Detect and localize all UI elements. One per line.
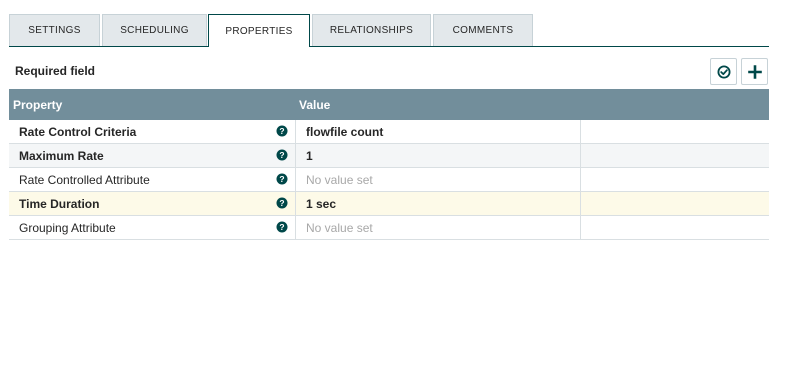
property-value[interactable]: flowfile count (306, 120, 580, 143)
tab-properties[interactable]: PROPERTIES (208, 14, 310, 47)
tab-relationships[interactable]: RELATIONSHIPS (312, 14, 431, 46)
column-header-property: Property (13, 98, 63, 112)
verify-properties-button[interactable] (710, 58, 737, 85)
table-row[interactable]: Maximum Rate ? 1 (9, 144, 769, 168)
tab-scheduling[interactable]: SCHEDULING (102, 14, 207, 46)
check-circle-icon (717, 65, 730, 78)
property-name: Rate Controlled Attribute (19, 172, 150, 187)
property-value[interactable]: No value set (306, 168, 580, 191)
tab-comments[interactable]: COMMENTS (433, 14, 533, 46)
svg-text:?: ? (279, 222, 284, 232)
table-row[interactable]: Rate Control Criteria ? flowfile count (9, 120, 769, 144)
svg-text:?: ? (279, 174, 284, 184)
property-name: Time Duration (19, 196, 100, 211)
column-header-value: Value (299, 98, 331, 112)
plus-icon (747, 64, 762, 79)
help-icon[interactable]: ? (276, 125, 288, 137)
property-name: Grouping Attribute (19, 220, 116, 235)
tab-bar: SETTINGS SCHEDULING PROPERTIES RELATIONS… (9, 14, 769, 47)
table-row[interactable]: Time Duration ? 1 sec (9, 192, 769, 216)
property-name: Rate Control Criteria (19, 124, 137, 139)
property-value[interactable]: 1 (306, 144, 580, 167)
add-property-button[interactable] (741, 58, 768, 85)
help-icon[interactable]: ? (276, 221, 288, 233)
properties-table: Property Value Rate Control Criteria ? f… (9, 89, 769, 240)
help-icon[interactable]: ? (276, 173, 288, 185)
tab-bar-underline (9, 46, 769, 47)
table-row[interactable]: Grouping Attribute ? No value set (9, 216, 769, 240)
table-row[interactable]: Rate Controlled Attribute ? No value set (9, 168, 769, 192)
tab-settings[interactable]: SETTINGS (9, 14, 100, 46)
property-value[interactable]: 1 sec (306, 192, 580, 215)
help-icon[interactable]: ? (276, 197, 288, 209)
svg-text:?: ? (279, 198, 284, 208)
required-field-label: Required field (15, 64, 96, 78)
svg-text:?: ? (279, 150, 284, 160)
property-value[interactable]: No value set (306, 216, 580, 239)
table-header: Property Value (9, 89, 769, 120)
property-name: Maximum Rate (19, 148, 104, 163)
help-icon[interactable]: ? (276, 149, 288, 161)
svg-text:?: ? (279, 126, 284, 136)
